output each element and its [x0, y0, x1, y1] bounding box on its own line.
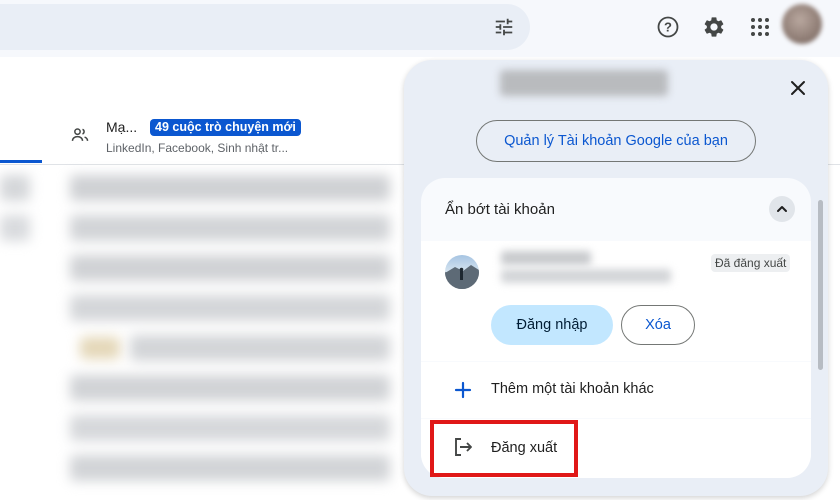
account-name	[501, 251, 591, 265]
mail-row[interactable]	[0, 369, 410, 409]
remove-account-button[interactable]: Xóa	[621, 305, 695, 345]
settings-button[interactable]	[695, 8, 733, 46]
apps-grid-icon	[751, 18, 769, 36]
svg-text:?: ?	[664, 20, 672, 35]
people-icon	[71, 128, 89, 141]
active-tab-indicator	[0, 160, 42, 163]
mail-row[interactable]	[0, 169, 410, 209]
sign-in-button[interactable]: Đăng nhập	[491, 305, 613, 345]
signed-out-account: Đã đăng xuất Đăng nhập Xóa	[421, 241, 811, 361]
help-button[interactable]: ?	[649, 8, 687, 46]
mail-row[interactable]	[0, 449, 410, 489]
account-avatar	[445, 255, 479, 289]
close-icon	[791, 81, 805, 95]
search-bar[interactable]	[0, 4, 530, 50]
new-conversations-badge: 49 cuộc trò chuyện mới	[150, 119, 301, 136]
add-account-label: Thêm một tài khoản khác	[491, 381, 654, 397]
highlight-annotation	[430, 420, 578, 477]
help-icon: ?	[657, 16, 679, 38]
manage-account-button[interactable]: Quản lý Tài khoản Google của bạn	[476, 120, 756, 162]
mail-row[interactable]	[0, 329, 410, 369]
add-account-item[interactable]: Thêm một tài khoản khác	[421, 362, 811, 418]
mail-row[interactable]	[0, 289, 410, 329]
apps-button[interactable]	[741, 8, 779, 46]
close-panel-button[interactable]	[784, 74, 812, 102]
gear-icon	[704, 17, 724, 37]
tab-subtitle: LinkedIn, Facebook, Sinh nhật tr...	[106, 141, 289, 155]
collapse-accounts-label: Ẩn bớt tài khoản	[445, 201, 555, 218]
collapse-accounts-header[interactable]: Ẩn bớt tài khoản	[421, 178, 811, 240]
account-avatar-button[interactable]	[782, 4, 822, 44]
chevron-up-icon	[777, 206, 787, 212]
collapse-button[interactable]	[769, 196, 795, 222]
panel-scrollbar[interactable]	[818, 200, 823, 370]
tune-icon	[495, 18, 513, 36]
mail-row[interactable]	[0, 409, 410, 449]
plus-icon	[451, 378, 475, 402]
search-options-button[interactable]	[487, 10, 521, 44]
top-bar: ?	[0, 0, 840, 56]
tab-title: Mạ...	[106, 119, 138, 135]
panel-account-email	[500, 70, 668, 96]
mail-row[interactable]	[0, 209, 410, 249]
mail-row[interactable]	[0, 249, 410, 289]
account-email	[501, 269, 671, 283]
signed-out-badge: Đã đăng xuất	[711, 254, 791, 272]
